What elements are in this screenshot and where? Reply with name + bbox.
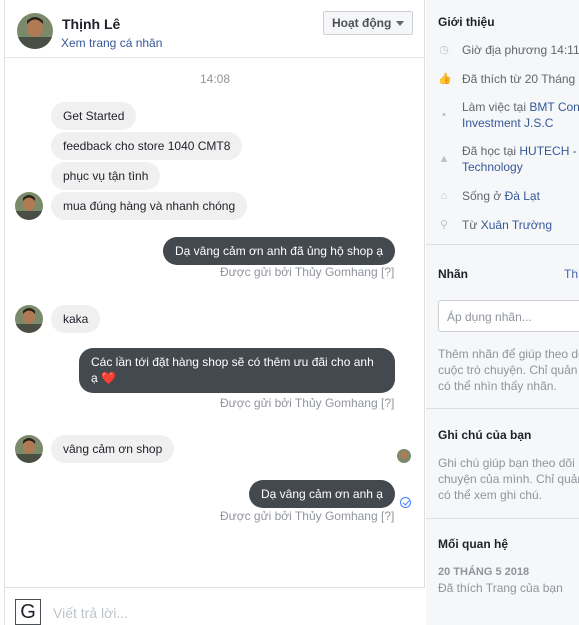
intro-title: Giới thiệu xyxy=(438,15,495,29)
page-logo-icon: G xyxy=(15,599,41,625)
liked-since-text: Đã thích từ 20 Tháng xyxy=(462,72,576,86)
sent-by-text: Được gửi bởi Thủy Gomhang xyxy=(220,396,378,410)
sent-by-help-tag[interactable]: [?] xyxy=(381,265,394,279)
sent-by-help-tag[interactable]: [?] xyxy=(381,509,394,523)
incoming-message[interactable]: Get Started xyxy=(51,102,137,130)
help-line: Ghi chú giúp bạn theo dõi xyxy=(438,456,575,470)
reply-input[interactable]: Viết trả lời... xyxy=(53,605,128,621)
conversation-header: Thịnh Lê Xem trang cá nhân Hoạt động xyxy=(5,0,425,58)
sent-by-help-tag[interactable]: [?] xyxy=(381,396,394,410)
notes-help: Ghi chú giúp bạn theo dõi chuyện của mìn… xyxy=(438,455,579,503)
local-time-text: Giờ địa phương 14:11 xyxy=(462,43,579,57)
message-timestamp: 14:08 xyxy=(200,72,231,86)
incoming-message[interactable]: kaka xyxy=(51,305,101,333)
help-line: cuộc trò chuyện. Chỉ quản xyxy=(438,363,578,377)
from-prefix: Từ xyxy=(462,218,478,232)
divider xyxy=(426,408,579,409)
status-label: Hoạt động xyxy=(332,16,392,30)
incoming-message[interactable]: phục vụ tận tình xyxy=(51,162,161,190)
sender-avatar[interactable] xyxy=(15,192,43,220)
sent-by-label: Được gửi bởi Thủy Gomhang [?] xyxy=(220,396,394,410)
work-place-link[interactable]: BMT Con xyxy=(529,100,579,114)
sender-avatar[interactable] xyxy=(15,305,43,333)
sent-by-text: Được gửi bởi Thủy Gomhang xyxy=(220,509,378,523)
help-line: Thêm nhãn để giúp theo dõ xyxy=(438,347,579,361)
help-line: có thể nhìn thấy nhãn. xyxy=(438,379,557,393)
notes-title: Ghi chú của bạn xyxy=(438,428,532,442)
sent-by-text: Được gửi bởi Thủy Gomhang xyxy=(220,265,378,279)
help-line: có thể xem ghi chú. xyxy=(438,488,543,502)
thumbs-up-icon: 👍 xyxy=(438,73,452,85)
contact-info-sidebar: Giới thiệu ◷ Giờ địa phương 14:11 👍 Đã t… xyxy=(426,0,579,625)
view-profile-link[interactable]: Xem trang cá nhân xyxy=(61,36,162,50)
contact-name[interactable]: Thịnh Lê xyxy=(62,16,120,32)
incoming-message[interactable]: feedback cho store 1040 CMT8 xyxy=(51,132,243,160)
outgoing-message[interactable]: Các lần tới đặt hàng shop sẽ có thêm ưu … xyxy=(79,348,395,393)
outgoing-message-line: Các lần tới đặt hàng shop sẽ có thêm ưu … xyxy=(91,355,374,369)
sent-by-label: Được gửi bởi Thủy Gomhang [?] xyxy=(220,509,394,523)
labels-help: Thêm nhãn để giúp theo dõ cuộc trò chuyệ… xyxy=(438,346,579,394)
lives-prefix: Sống ở xyxy=(462,189,502,203)
labels-title: Nhãn xyxy=(438,267,468,281)
briefcase-icon: ▪ xyxy=(442,109,446,121)
location-pin-icon: ⚲ xyxy=(439,219,449,231)
relationship-text: Đã thích Trang của bạn xyxy=(438,581,563,595)
work-place-link[interactable]: Investment J.S.C xyxy=(462,116,553,130)
check-circle-icon xyxy=(400,497,411,508)
home-icon: ⌂ xyxy=(440,190,448,202)
status-dropdown-button[interactable]: Hoạt động xyxy=(323,11,413,35)
clock-icon: ◷ xyxy=(439,44,449,56)
conversation-pane: Thịnh Lê Xem trang cá nhân Hoạt động 14:… xyxy=(5,0,425,625)
heart-icon: ❤️ xyxy=(101,371,116,385)
sent-by-label: Được gửi bởi Thủy Gomhang [?] xyxy=(220,265,394,279)
outgoing-message-text: ạ xyxy=(91,371,98,385)
school-link[interactable]: Technology xyxy=(462,160,523,174)
from-place-link[interactable]: Xuân Trường xyxy=(481,218,552,232)
relationship-date: 20 THÁNG 5 2018 xyxy=(438,566,530,578)
divider xyxy=(426,518,579,519)
chevron-down-icon xyxy=(396,21,404,26)
labels-add-link[interactable]: Th xyxy=(564,267,578,281)
work-prefix: Làm việc tại xyxy=(462,100,527,114)
composer: G Viết trả lời... đ xyxy=(5,587,578,625)
divider xyxy=(426,244,579,245)
outgoing-message[interactable]: Dạ vâng cảm ơn anh ạ xyxy=(249,480,395,508)
school-link[interactable]: HUTECH - xyxy=(519,144,576,158)
study-prefix: Đã học tại xyxy=(462,144,517,158)
seen-avatar xyxy=(397,449,411,463)
graduation-cap-icon: ▲ xyxy=(438,153,450,165)
incoming-message[interactable]: vâng cảm ơn shop xyxy=(51,435,175,463)
outgoing-message-line: ạ ❤️ xyxy=(91,370,383,386)
avatar[interactable] xyxy=(17,13,53,49)
incoming-message[interactable]: mua đúng hàng và nhanh chóng xyxy=(51,192,248,220)
relationship-title: Mối quan hệ xyxy=(438,537,508,551)
outgoing-message[interactable]: Dạ vâng cảm ơn anh đã ủng hộ shop ạ xyxy=(163,237,396,265)
apply-label-input[interactable]: Áp dụng nhãn... xyxy=(438,300,579,332)
sender-avatar[interactable] xyxy=(15,435,43,463)
lives-place-link[interactable]: Đà Lạt xyxy=(505,189,540,203)
help-line: chuyện của mình. Chỉ quản xyxy=(438,472,579,486)
